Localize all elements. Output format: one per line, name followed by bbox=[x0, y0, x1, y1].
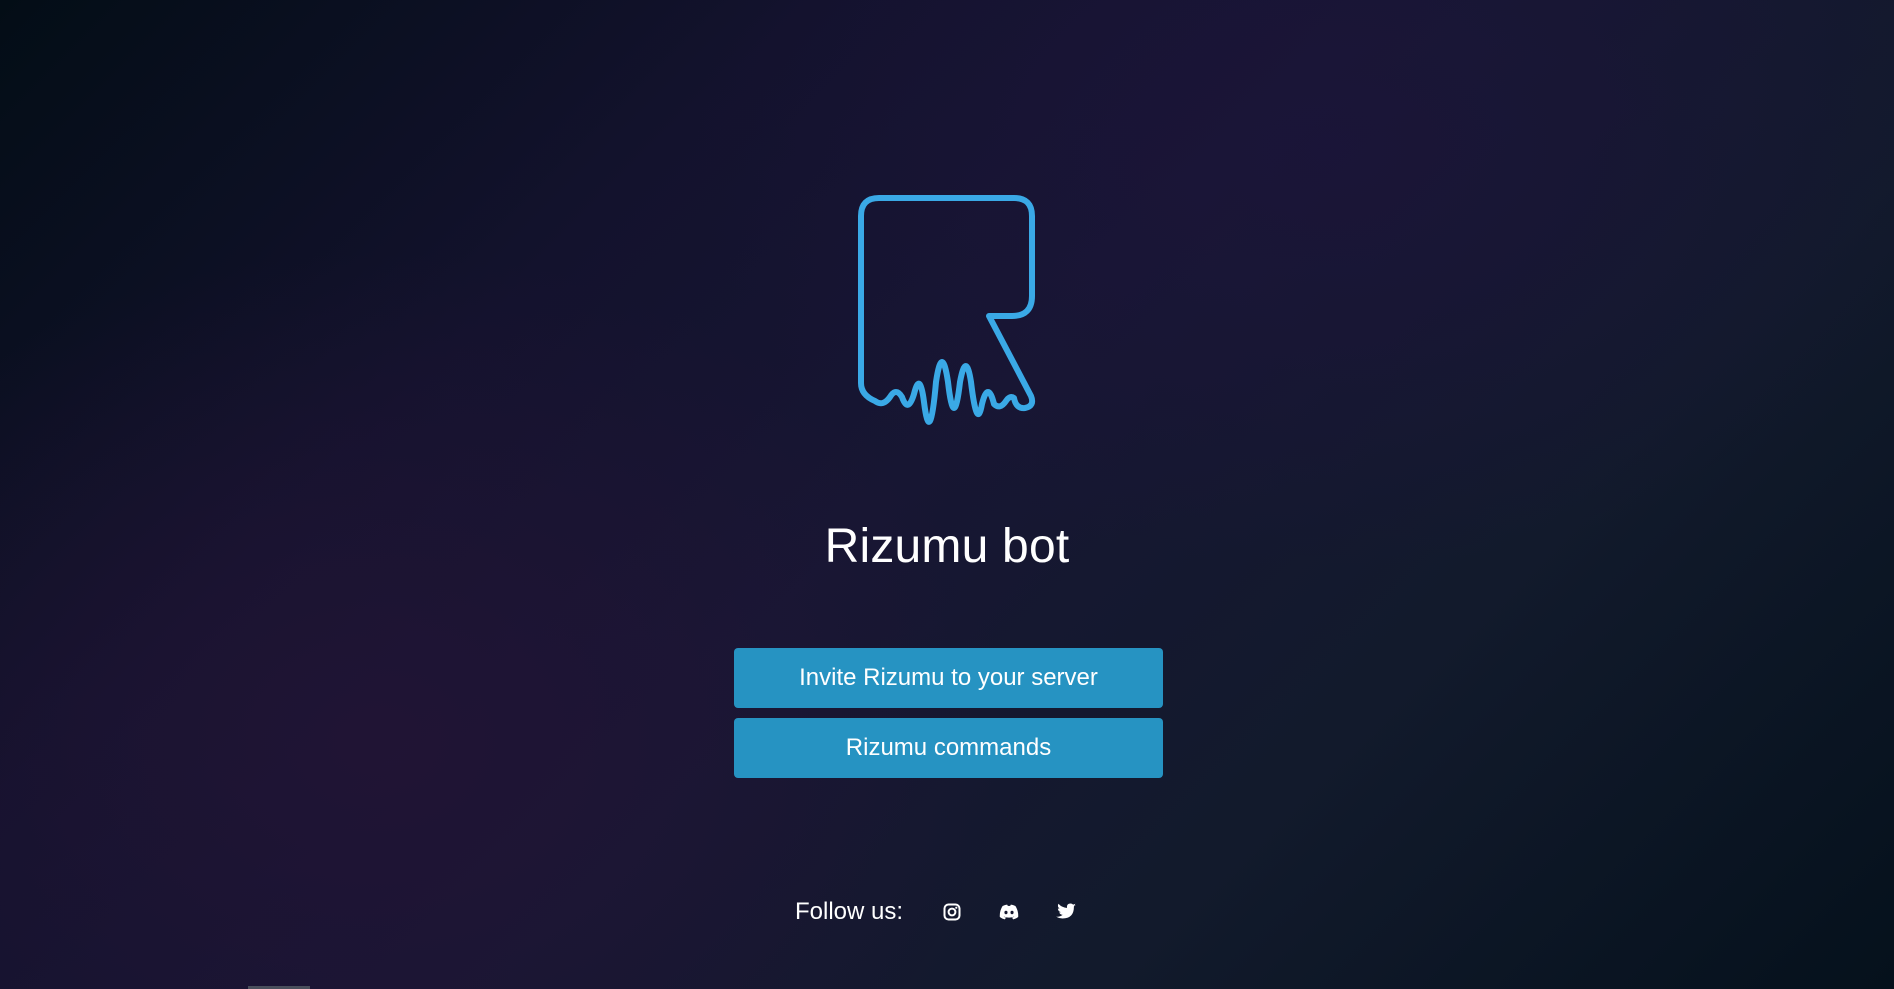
page-title: Rizumu bot bbox=[824, 520, 1070, 573]
footer: Follow us: bbox=[795, 894, 1112, 930]
discord-icon[interactable] bbox=[998, 901, 1020, 923]
commands-button[interactable]: Rizumu commands bbox=[734, 718, 1163, 778]
rizumu-logo-icon bbox=[858, 195, 1036, 425]
instagram-icon[interactable] bbox=[941, 901, 963, 923]
invite-button[interactable]: Invite Rizumu to your server bbox=[734, 648, 1163, 708]
twitter-icon[interactable] bbox=[1055, 901, 1077, 923]
rizumu-logo bbox=[855, 192, 1040, 442]
follow-label: Follow us: bbox=[795, 898, 904, 925]
